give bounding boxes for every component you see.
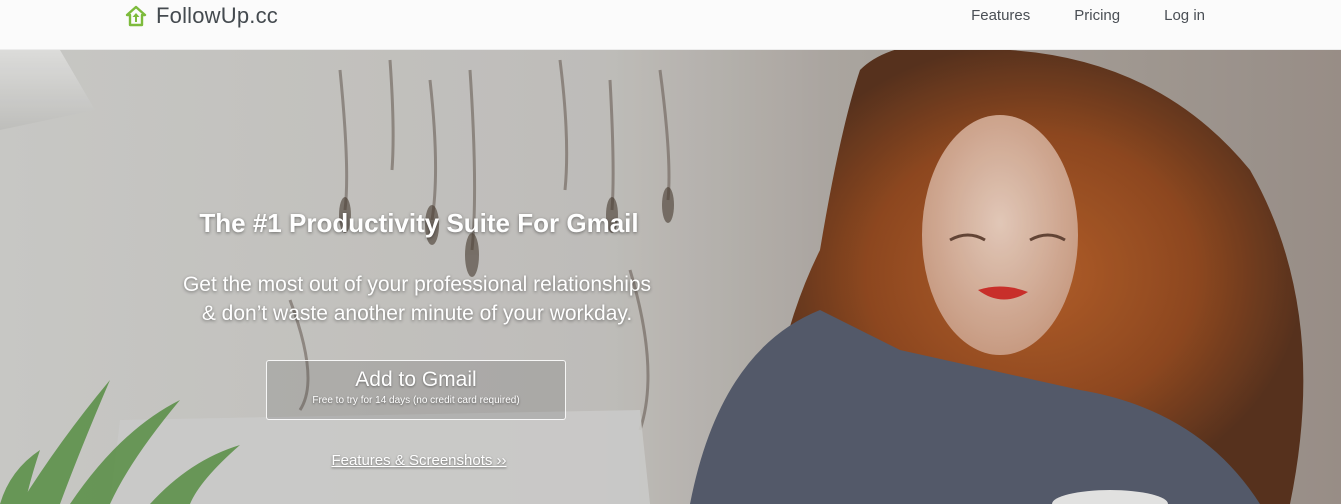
add-to-gmail-button[interactable]: Add to Gmail Free to try for 14 days (no… xyxy=(266,360,566,420)
hero-title: The #1 Productivity Suite For Gmail xyxy=(199,208,639,238)
hero-section: The #1 Productivity Suite For Gmail Get … xyxy=(0,50,1341,504)
features-screenshots-link[interactable]: Features & Screenshots ›› xyxy=(0,452,838,469)
add-to-gmail-label: Add to Gmail xyxy=(355,368,477,391)
house-arrow-up-icon xyxy=(125,5,147,27)
nav-link-pricing[interactable]: Pricing xyxy=(1074,6,1120,26)
brand-logo-link[interactable]: FollowUp.cc xyxy=(124,2,278,30)
hero-subtitle: Get the most out of your professional re… xyxy=(0,270,834,328)
nav-link-login[interactable]: Log in xyxy=(1164,6,1205,26)
free-trial-note: Free to try for 14 days (no credit card … xyxy=(312,395,520,406)
hero-subtitle-line-2: & don’t waste another minute of your wor… xyxy=(201,302,633,325)
hero-subtitle-line-1: Get the most out of your professional re… xyxy=(182,273,652,296)
brand-name: FollowUp.cc xyxy=(156,3,279,28)
top-navbar: FollowUp.cc Features Pricing Log in xyxy=(0,0,1341,50)
nav-links: Features Pricing Log in xyxy=(927,6,1205,26)
nav-link-features[interactable]: Features xyxy=(971,6,1030,26)
page: FollowUp.cc Features Pricing Log in The … xyxy=(0,0,1341,504)
